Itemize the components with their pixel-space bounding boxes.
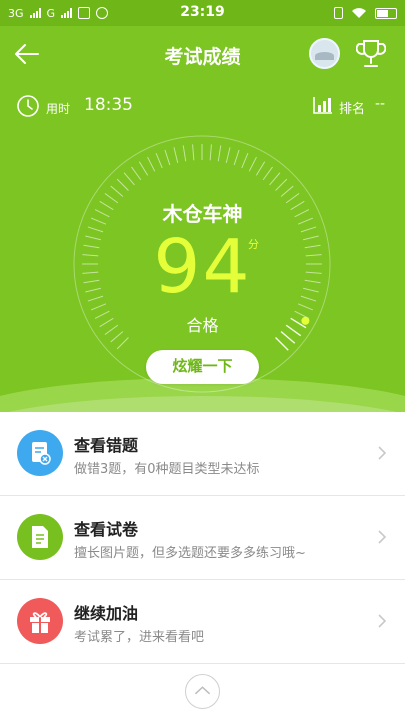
chevron-right-icon: [378, 530, 387, 544]
battery-icon: [375, 7, 397, 19]
stats-row: 用时 18:35 排名 --: [0, 92, 405, 122]
score-display: 94 分: [0, 224, 405, 310]
gauge-tick: [164, 149, 171, 166]
avatar[interactable]: [309, 38, 340, 69]
gauge-tick: [255, 161, 266, 176]
gauge-tick: [225, 147, 231, 163]
user-nickname: 木仓车神: [162, 202, 243, 226]
gauge-tick: [217, 145, 222, 162]
gauge-tick: [173, 147, 179, 163]
item-title: 继续加油: [74, 604, 139, 623]
gauge-tick: [269, 172, 281, 186]
gauge-tick: [116, 337, 129, 350]
chevron-up-icon[interactable]: [185, 674, 220, 709]
list-item-review-paper[interactable]: 查看试卷 擅长图片题，但多选题还要多多练习哦~: [0, 496, 405, 580]
pass-status: 合格: [186, 316, 219, 335]
wrong-question-icon: [17, 430, 63, 476]
score-unit: 分: [248, 238, 259, 251]
gauge-tick: [192, 144, 195, 161]
gauge-tick: [147, 156, 156, 172]
item-title: 查看错题: [74, 436, 139, 455]
clock-icon: [17, 95, 39, 117]
nav-bar: 考试成绩: [0, 26, 405, 82]
gauge-tick: [110, 185, 124, 197]
gift-icon: [17, 598, 63, 644]
score-panel: 考试成绩 用时 18:35 排名 -- 木仓车神 94 分 合格 炫耀一下: [0, 26, 405, 412]
gauge-tick: [138, 161, 149, 176]
clock: 23:19: [180, 4, 225, 20]
gauge-tick: [275, 337, 289, 351]
gauge-tick: [182, 145, 187, 162]
gauge-tick: [248, 156, 257, 172]
gauge-tick: [233, 149, 240, 166]
gauge-tick: [116, 178, 129, 191]
score-value: 94: [153, 224, 252, 310]
list-item-review-mistakes[interactable]: 查看错题 做错3题，有0种题目类型未达标: [0, 412, 405, 496]
status-bar: 3G G 23:19: [0, 0, 405, 26]
list-item-keep-going[interactable]: 继续加油 考试累了，进来看看吧: [0, 580, 405, 664]
gauge-tick: [262, 166, 273, 181]
action-list: 查看错题 做错3题，有0种题目类型未达标 查看试卷 擅长图片题，但多选题还要多多…: [0, 412, 405, 664]
time-label: 用时: [46, 102, 71, 116]
gauge-tick: [280, 185, 294, 197]
gauge-tick: [131, 166, 142, 181]
gauge-tick: [155, 152, 163, 169]
gauge-tick: [123, 172, 135, 186]
item-subtitle: 做错3题，有0种题目类型未达标: [74, 462, 260, 477]
item-subtitle: 擅长图片题，但多选题还要多多练习哦~: [74, 546, 306, 561]
item-subtitle: 考试累了，进来看看吧: [74, 630, 205, 645]
bottom-bar: [0, 664, 405, 720]
share-button[interactable]: 炫耀一下: [146, 350, 259, 384]
gauge-tick: [241, 152, 249, 169]
rank-label: 排名: [339, 102, 366, 117]
page-title: 考试成绩: [164, 46, 241, 68]
trophy-icon[interactable]: [356, 38, 386, 70]
rank-value: --: [375, 96, 386, 112]
paper-icon: [17, 514, 63, 560]
time-value: 18:35: [84, 95, 133, 115]
bar-chart-icon: [313, 97, 332, 114]
item-title: 查看试卷: [74, 520, 139, 539]
gauge-tick: [275, 178, 288, 191]
chevron-right-icon: [378, 446, 387, 460]
gauge-tick: [209, 144, 212, 161]
chevron-right-icon: [378, 614, 387, 628]
